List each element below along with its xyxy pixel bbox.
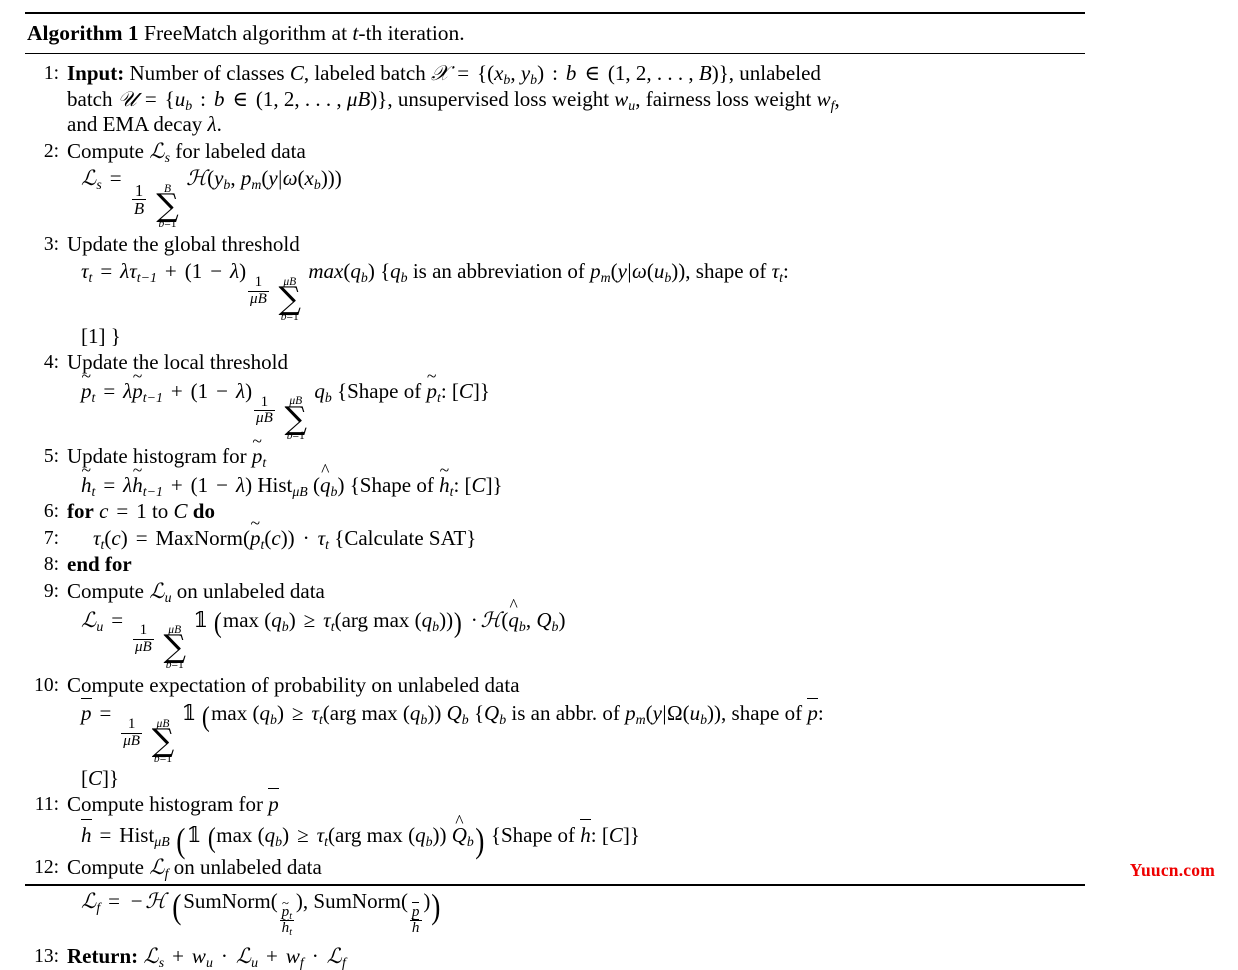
text: , unlabeled [728, 61, 821, 86]
text: Shape of [359, 472, 440, 497]
hist-operator: Hist [257, 472, 293, 497]
line-number: 8: [43, 554, 59, 576]
text: Compute expectation of probability on un… [67, 672, 520, 697]
algorithm-block: Algorithm 1 FreeMatch algorithm at t-th … [25, 12, 1085, 970]
line-content: end for [67, 551, 1085, 578]
text: is an abbr. of [506, 701, 626, 726]
hist-operator: Hist [119, 822, 155, 847]
keyword-for: for [67, 499, 94, 524]
bottom-rule [25, 884, 1085, 886]
line-number: 1: [43, 63, 59, 85]
text: Shape of [347, 378, 427, 403]
text: Compute [67, 855, 150, 880]
line-number: 2: [43, 140, 59, 162]
algo-line-4: 4: Update the local threshold ~ pt = λ ~ pt… [25, 349, 1085, 443]
algo-line-7: 7: τt(c) = MaxNorm(~ pt(c)) · τt {Calcula… [25, 513, 1085, 552]
text: on unlabeled data [168, 855, 322, 880]
line-content: Return: ℒs + wu · ℒu + wf · ℒf [67, 944, 346, 970]
text: batch [67, 86, 118, 111]
algo-line-13: 13: Return: ℒs + wu · ℒu + wf · ℒf [25, 937, 1085, 970]
max-operator: max [216, 822, 253, 847]
text: [1] } [81, 323, 121, 348]
sumnorm-operator: SumNorm [313, 888, 401, 913]
sumnorm-operator: SumNorm [183, 888, 271, 913]
formula-line-5: ~ ht = λ ~ ht−1 + (1 − λ) HistμB (^ qb) {Sha… [81, 459, 503, 499]
line-number: 12: [34, 857, 59, 879]
max-operator: max [222, 607, 260, 632]
line-number: 11: [34, 794, 59, 816]
algorithm-title-prefix: Algorithm 1 [27, 21, 139, 45]
line-content: Compute ℒf on unlabeled data ℒf = − ℋ (Su… [67, 854, 1085, 937]
text: Update histogram for [67, 443, 252, 468]
line-number: 3: [43, 233, 59, 255]
formula-line-2: ℒs = 1B B ∑ b=1 ℋ(yb, pm(y|ω(xb))) [81, 166, 342, 231]
text: to [146, 499, 174, 524]
algo-line-8: 8: end for [25, 551, 1085, 578]
line-content: Update the global threshold τt = λτt−1 +… [67, 231, 1085, 349]
text: , labeled batch [303, 61, 431, 86]
text: and EMA decay [67, 112, 208, 137]
line-content: τt(c) = MaxNorm(~ pt(c)) · τt {Calculate … [93, 513, 477, 552]
algo-line-12: 12: Compute ℒf on unlabeled data ℒf = − ℋ… [25, 854, 1085, 937]
keyword-return: Return: [67, 944, 139, 969]
line-content: Compute ℒu on unlabeled data ℒu = 1 μB μB… [67, 578, 1085, 672]
max-operator: max [211, 701, 248, 726]
text: , shape of [685, 259, 772, 284]
text: Compute histogram for [67, 792, 269, 817]
line-number: 7: [43, 527, 59, 549]
argmax-operator: arg max [341, 607, 410, 632]
text: Shape of [500, 822, 581, 847]
text: on unlabeled data [171, 578, 325, 603]
text: for labeled data [169, 138, 306, 163]
maxnorm-operator: MaxNorm [155, 525, 244, 550]
text: Update the global threshold [67, 231, 300, 256]
text: Update the local threshold [67, 350, 289, 375]
line-number: 10: [34, 674, 59, 696]
algo-line-10: 10: Compute expectation of probability o… [25, 672, 1085, 791]
algorithm-title: Algorithm 1 FreeMatch algorithm at t-th … [25, 14, 1085, 53]
line-number: 4: [43, 352, 59, 374]
line-content: Input: Number of classes C, labeled batc… [67, 61, 840, 137]
algo-line-2: 2: Compute ℒs for labeled data ℒs = 1B B… [25, 138, 1085, 231]
formula-line-11: h = HistμB (𝟙 (max (qb) ≥ τt(arg max (qb… [81, 810, 640, 861]
line-content: for c = 1 to C do [67, 499, 215, 524]
text: , fairness loss weight [635, 86, 817, 111]
line-number: 5: [43, 445, 59, 467]
line-content: Compute histogram for p h = HistμB (𝟙 (m… [67, 788, 1085, 861]
text: Compute [67, 138, 150, 163]
argmax-operator: arg max [329, 701, 398, 726]
text: Compute [67, 578, 150, 603]
line-content: Update the local threshold ~ pt = λ ~ pt−1 … [67, 349, 1085, 443]
algo-line-11: 11: Compute histogram for p h = HistμB (… [25, 788, 1085, 861]
formula-line-4: ~ pt = λ ~ pt−1 + (1 − λ) 1 μB μB ∑ b=1 qb {Sha… [81, 366, 490, 443]
line-number: 13: [34, 946, 59, 968]
text: , shape of [721, 701, 808, 726]
watermark: Yuucn.com [1129, 860, 1215, 880]
algorithm-lines: 1: Input: Number of classes C, labeled b… [25, 54, 1085, 970]
line-content: Compute ℒs for labeled data ℒs = 1B B ∑ b=… [67, 138, 1085, 231]
text: {Calculate SAT} [334, 525, 477, 550]
formula-line-10: p = 1 μB μB ∑ b=1 𝟙 (max (qb) ≥ τt(arg max … [67, 697, 1085, 791]
text: , unsupervised loss weight [387, 86, 615, 111]
algo-line-3: 3: Update the global threshold τt = λτt−… [25, 231, 1085, 349]
algo-line-5: 5: Update histogram for ~ pt ~ ht = λ ~ ht−1… [25, 433, 1085, 499]
line-number: 6: [43, 501, 59, 523]
argmax-operator: arg max [334, 822, 403, 847]
text: Number of classes [129, 61, 290, 86]
line-content: Update histogram for ~ pt ~ ht = λ ~ ht−1 + … [67, 433, 1085, 499]
algorithm-title-rest: FreeMatch algorithm at [138, 21, 353, 45]
algo-line-9: 9: Compute ℒu on unlabeled data ℒu = 1 μB… [25, 578, 1085, 672]
line-number: 9: [43, 580, 59, 602]
formula-line-9: ℒu = 1 μB μB ∑ b=1 𝟙 (max (qb) ≥ τt(arg max… [81, 595, 566, 672]
keyword-end-for: end for [67, 552, 132, 577]
line-content: Compute expectation of probability on un… [67, 672, 1085, 791]
algo-line-6: 6: for c = 1 to C do [25, 498, 1085, 525]
text: is an abbreviation of [407, 259, 591, 284]
algorithm-title-suffix: -th iteration. [358, 21, 465, 45]
keyword-do: do [192, 499, 215, 524]
algo-line-1: 1: Input: Number of classes C, labeled b… [25, 60, 1085, 138]
formula-line-3: τt = λτt−1 + (1 − λ) 1 μB μB ∑ b=1 max(qb) {… [81, 259, 789, 348]
keyword-input: Input: [67, 61, 125, 86]
